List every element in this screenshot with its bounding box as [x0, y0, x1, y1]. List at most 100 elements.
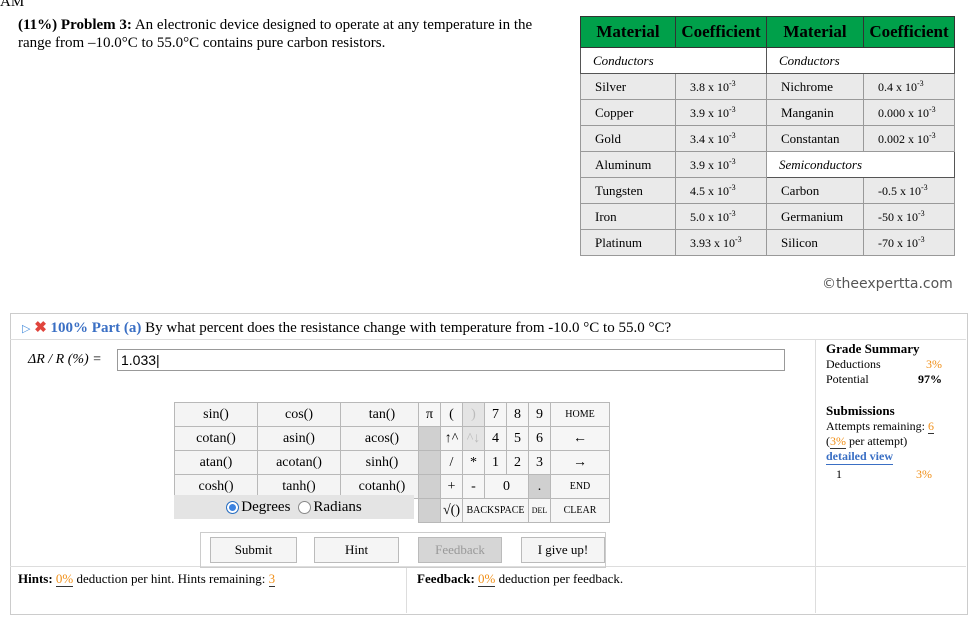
- angle-mode: Degrees Radians: [174, 495, 414, 519]
- lparen-button[interactable]: (: [440, 402, 463, 427]
- hints-label: Hints:: [18, 571, 53, 586]
- acotan-button[interactable]: acotan(): [257, 450, 341, 475]
- attempts-label: Attempts remaining:: [826, 419, 925, 433]
- multiply-button[interactable]: *: [462, 450, 485, 475]
- part-header[interactable]: ▷ ✖ 100% Part (a) By what percent does t…: [22, 318, 671, 337]
- detailed-view-link[interactable]: detailed view: [826, 449, 893, 465]
- dot-button[interactable]: .: [528, 474, 551, 499]
- digit-4-button[interactable]: 4: [484, 426, 507, 451]
- coefficient-mantissa: -70 x 10: [878, 235, 918, 250]
- coefficient-cell: 3.8 x 10-3: [675, 73, 767, 100]
- table-row: Platinum 3.93 x 10-3 Silicon -70 x 10-3: [580, 229, 955, 256]
- feedback-button[interactable]: Feedback: [418, 537, 502, 563]
- material-cell: Iron: [580, 203, 676, 230]
- digit-3-button[interactable]: 3: [528, 450, 551, 475]
- attempts-remaining: Attempts remaining: 6: [826, 419, 934, 434]
- coefficient-cell: 3.4 x 10-3: [675, 125, 767, 152]
- up-button[interactable]: ↑^: [440, 426, 463, 451]
- hints-remaining: 3: [268, 571, 276, 587]
- material-cell: Silver: [580, 73, 676, 100]
- material-cell: Platinum: [580, 229, 676, 256]
- incorrect-x-icon: ✖: [34, 320, 47, 336]
- section-semiconductors: Semiconductors: [766, 151, 955, 178]
- degrees-option[interactable]: Degrees: [226, 499, 290, 516]
- potential-value: 97%: [918, 372, 942, 386]
- asin-button[interactable]: asin(): [257, 426, 341, 451]
- feedback-info: Feedback: 0% deduction per feedback.: [417, 571, 623, 587]
- function-keypad: sin() cos() tan() cotan() asin() acos() …: [174, 402, 424, 499]
- problem-statement: (11%) Problem 3: An electronic device de…: [18, 16, 566, 52]
- hints-info: Hints: 0% deduction per hint. Hints rema…: [18, 571, 276, 587]
- cotan-button[interactable]: cotan(): [174, 426, 258, 451]
- digit-9-button[interactable]: 9: [528, 402, 551, 427]
- minus-button[interactable]: -: [462, 474, 485, 499]
- pi-button[interactable]: π: [418, 402, 441, 427]
- problem-label: Problem 3:: [60, 17, 132, 33]
- table-row: Copper 3.9 x 10-3 Manganin 0.000 x 10-3: [580, 99, 955, 126]
- rparen-button[interactable]: ): [462, 402, 485, 427]
- coefficient-mantissa: 0.002 x 10: [878, 131, 929, 146]
- coefficient-mantissa: -50 x 10: [878, 209, 918, 224]
- coefficient-mantissa: 3.9 x 10: [690, 105, 729, 120]
- backspace-button[interactable]: BACKSPACE: [462, 498, 529, 523]
- expand-triangle-icon[interactable]: ▷: [22, 323, 30, 335]
- atan-button[interactable]: atan(): [174, 450, 258, 475]
- coefficient-exponent: -3: [929, 130, 936, 140]
- coefficient-cell: 0.4 x 10-3: [863, 73, 955, 100]
- sinh-button[interactable]: sinh(): [340, 450, 424, 475]
- left-arrow-button[interactable]: ←: [550, 426, 610, 451]
- radio-selected-icon[interactable]: [226, 500, 240, 514]
- cos-button[interactable]: cos(): [257, 402, 341, 427]
- header-material-2: Material: [766, 16, 864, 48]
- clear-button[interactable]: CLEAR: [550, 498, 610, 523]
- radians-option[interactable]: Radians: [298, 499, 362, 516]
- part-label: Part (a): [91, 320, 142, 336]
- submit-button[interactable]: Submit: [210, 537, 297, 563]
- coefficient-cell: 3.9 x 10-3: [675, 151, 767, 178]
- plus-button[interactable]: +: [440, 474, 463, 499]
- right-arrow-button[interactable]: →: [550, 450, 610, 475]
- hint-button[interactable]: Hint: [314, 537, 399, 563]
- hints-text: deduction per hint. Hints remaining:: [76, 571, 266, 586]
- acos-button[interactable]: acos(): [340, 426, 424, 451]
- digit-1-button[interactable]: 1: [484, 450, 507, 475]
- per-attempt-text: per attempt): [849, 434, 908, 448]
- digit-6-button[interactable]: 6: [528, 426, 551, 451]
- digit-8-button[interactable]: 8: [506, 402, 529, 427]
- blank-key: [418, 474, 441, 499]
- coefficient-exponent: -3: [918, 208, 925, 218]
- coefficient-exponent: -3: [729, 104, 736, 114]
- down-button[interactable]: ^↓: [462, 426, 485, 451]
- tan-button[interactable]: tan(): [340, 402, 424, 427]
- home-button[interactable]: HOME: [550, 402, 610, 427]
- material-cell: Aluminum: [580, 151, 676, 178]
- material-cell: Carbon: [766, 177, 864, 204]
- table-row: Aluminum 3.9 x 10-3 Semiconductors: [580, 151, 955, 178]
- sqrt-button[interactable]: √(): [440, 498, 463, 523]
- coefficient-exponent: -3: [735, 234, 742, 244]
- digit-5-button[interactable]: 5: [506, 426, 529, 451]
- end-button[interactable]: END: [550, 474, 610, 499]
- digit-7-button[interactable]: 7: [484, 402, 507, 427]
- answer-input[interactable]: 1.033|: [117, 349, 785, 371]
- divider: [815, 339, 816, 613]
- coefficient-mantissa: 3.9 x 10: [690, 157, 729, 172]
- digit-2-button[interactable]: 2: [506, 450, 529, 475]
- per-attempt-pct: 3%: [830, 434, 846, 449]
- blank-key: [418, 498, 441, 523]
- material-cell: Gold: [580, 125, 676, 152]
- coefficient-cell: 0.002 x 10-3: [863, 125, 955, 152]
- coefficient-exponent: -3: [729, 156, 736, 166]
- coefficient-table: Material Coefficient Material Coefficien…: [580, 16, 955, 256]
- del-button[interactable]: DEL: [528, 498, 551, 523]
- divide-button[interactable]: /: [440, 450, 463, 475]
- radio-icon[interactable]: [298, 500, 312, 514]
- coefficient-cell: 3.93 x 10-3: [675, 229, 767, 256]
- material-cell: Manganin: [766, 99, 864, 126]
- digit-0-button[interactable]: 0: [484, 474, 529, 499]
- coefficient-cell: 0.000 x 10-3: [863, 99, 955, 126]
- coefficient-exponent: -3: [918, 234, 925, 244]
- sin-button[interactable]: sin(): [174, 402, 258, 427]
- material-cell: Tungsten: [580, 177, 676, 204]
- give-up-button[interactable]: I give up!: [521, 537, 605, 563]
